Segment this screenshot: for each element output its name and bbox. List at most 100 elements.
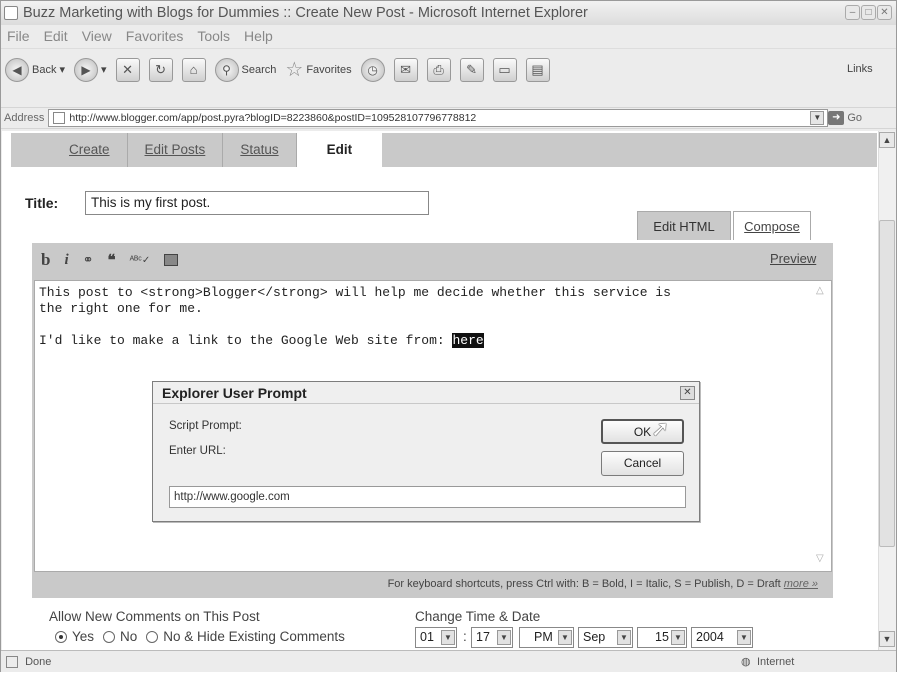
search-button[interactable]: ⚲ Search [214,57,276,82]
tab-edit-posts[interactable]: Edit Posts [128,133,224,167]
enter-url-label: Enter URL: [169,445,226,457]
address-bar: Address http://www.blogger.com/app/post.… [1,107,896,129]
radio-no[interactable] [103,630,116,643]
body-line-3: I'd like to make a link to the Google We… [39,333,453,348]
close-icon[interactable]: ✕ [877,5,892,20]
maximize-icon[interactable]: □ [861,5,876,20]
minute-value: 17 [476,630,490,644]
ampm-select[interactable]: PM ▼ [519,627,574,648]
cancel-button[interactable]: Cancel [601,451,684,476]
scroll-up-icon[interactable]: ▲ [879,132,895,148]
status-text: Done [25,656,52,668]
comments-label: Allow New Comments on This Post [49,609,260,624]
favorites-label: Favorites [306,63,352,76]
address-input[interactable]: http://www.blogger.com/app/post.pyra?blo… [48,109,829,127]
menu-tools[interactable]: Tools [197,25,230,47]
forward-arrow-icon: ▶ [74,57,98,82]
preview-link[interactable]: Preview [770,251,816,266]
tab-compose[interactable]: Compose [733,211,811,240]
link-icon[interactable]: ⚭ [83,252,94,268]
back-label: Back [32,63,57,76]
menu-help[interactable]: Help [244,25,273,47]
url-input[interactable]: http://www.google.com [169,486,686,508]
time-separator: : [463,629,467,644]
home-icon[interactable]: ⌂ [181,57,206,82]
scroll-thumb[interactable] [879,220,895,547]
address-dropdown-icon[interactable]: ▼ [810,111,825,125]
go-label: Go [847,112,863,124]
menu-view[interactable]: View [82,25,112,47]
chevron-down-icon: ▼ [441,630,455,645]
discuss-icon[interactable]: ▭ [492,57,517,82]
month-value: Sep [583,630,606,644]
title-label: Title: [25,195,59,211]
ampm-value: PM [534,630,553,644]
stop-icon[interactable]: ✕ [115,57,140,82]
favorites-button[interactable]: ☆ Favorites [285,57,351,82]
history-icon[interactable]: ◷ [360,57,385,82]
radio-yes-label: Yes [72,629,95,644]
menu-bar: File Edit View Favorites Tools Help [1,25,896,47]
minute-select[interactable]: 17 ▼ [471,627,513,648]
back-button[interactable]: ◀ Back ▾ [5,57,65,82]
format-toolbar: b i ⚭ ❝ ᴬᴮᶜ✓ [41,247,826,273]
tab-status[interactable]: Status [223,133,297,167]
chevron-down-icon: ▼ [617,630,631,645]
title-bar: Buzz Marketing with Blogs for Dummies ::… [1,1,896,25]
minimize-icon[interactable]: – [845,5,860,20]
tab-edit[interactable]: Edit [296,133,383,167]
research-icon[interactable]: ▤ [525,57,550,82]
textarea-scroll-up-icon[interactable]: △ [816,285,824,296]
image-icon[interactable] [164,254,179,266]
day-select[interactable]: 15 ▼ [637,627,687,648]
star-icon: ☆ [285,59,304,81]
chevron-down-icon: ▼ [497,630,511,645]
radio-hide[interactable] [146,630,159,643]
more-link[interactable]: more » [784,578,818,590]
textarea-scroll-down-icon[interactable]: ▽ [816,553,824,564]
month-select[interactable]: Sep ▼ [578,627,633,648]
back-arrow-icon: ◀ [5,57,29,82]
page-icon [6,656,18,669]
bold-button[interactable]: b [41,250,50,270]
edit-icon[interactable]: ✎ [459,57,484,82]
year-value: 2004 [696,630,724,644]
title-input[interactable]: This is my first post. [85,191,429,215]
globe-icon: ◍ [741,656,751,668]
go-button[interactable]: ➜ Go [828,111,862,125]
quote-icon[interactable]: ❝ [108,251,116,269]
address-label: Address [4,112,45,124]
script-prompt-label: Script Prompt: [169,420,242,432]
radio-hide-label: No & Hide Existing Comments [163,629,345,644]
mail-icon[interactable]: ✉ [393,57,418,82]
page-icon [53,112,66,124]
menu-favorites[interactable]: Favorites [126,25,184,47]
ok-button[interactable]: OK [601,419,684,444]
mouse-cursor-icon: ➚ [651,416,670,441]
dialog-close-icon[interactable]: ✕ [680,386,695,400]
hour-select[interactable]: 01 ▼ [415,627,457,648]
chevron-down-icon[interactable]: ▾ [101,63,107,76]
forward-button[interactable]: ▶ ▾ [74,57,107,82]
links-label[interactable]: Links [847,63,873,75]
print-icon[interactable]: ⎙ [426,57,451,82]
tab-create[interactable]: Create [11,133,128,167]
day-value: 15 [655,630,669,644]
window-title: Buzz Marketing with Blogs for Dummies ::… [23,5,588,21]
window-controls: – □ ✕ [845,5,892,20]
italic-button[interactable]: i [64,252,68,269]
refresh-icon[interactable]: ↻ [148,57,173,82]
spellcheck-icon[interactable]: ᴬᴮᶜ✓ [130,255,151,266]
radio-yes[interactable] [55,630,67,643]
dialog-title: Explorer User Prompt [153,382,699,404]
blogger-tabs: Create Edit Posts Status Edit [11,133,877,167]
browser-window: Buzz Marketing with Blogs for Dummies ::… [0,0,897,672]
search-icon: ⚲ [214,57,239,82]
year-select[interactable]: 2004 ▼ [691,627,753,648]
menu-file[interactable]: File [7,25,30,47]
shortcuts-hint: For keyboard shortcuts, press Ctrl with:… [34,572,832,596]
scroll-down-icon[interactable]: ▼ [879,631,895,647]
menu-edit[interactable]: Edit [44,25,68,47]
chevron-down-icon[interactable]: ▾ [59,63,65,76]
tab-edit-html[interactable]: Edit HTML [637,211,731,240]
